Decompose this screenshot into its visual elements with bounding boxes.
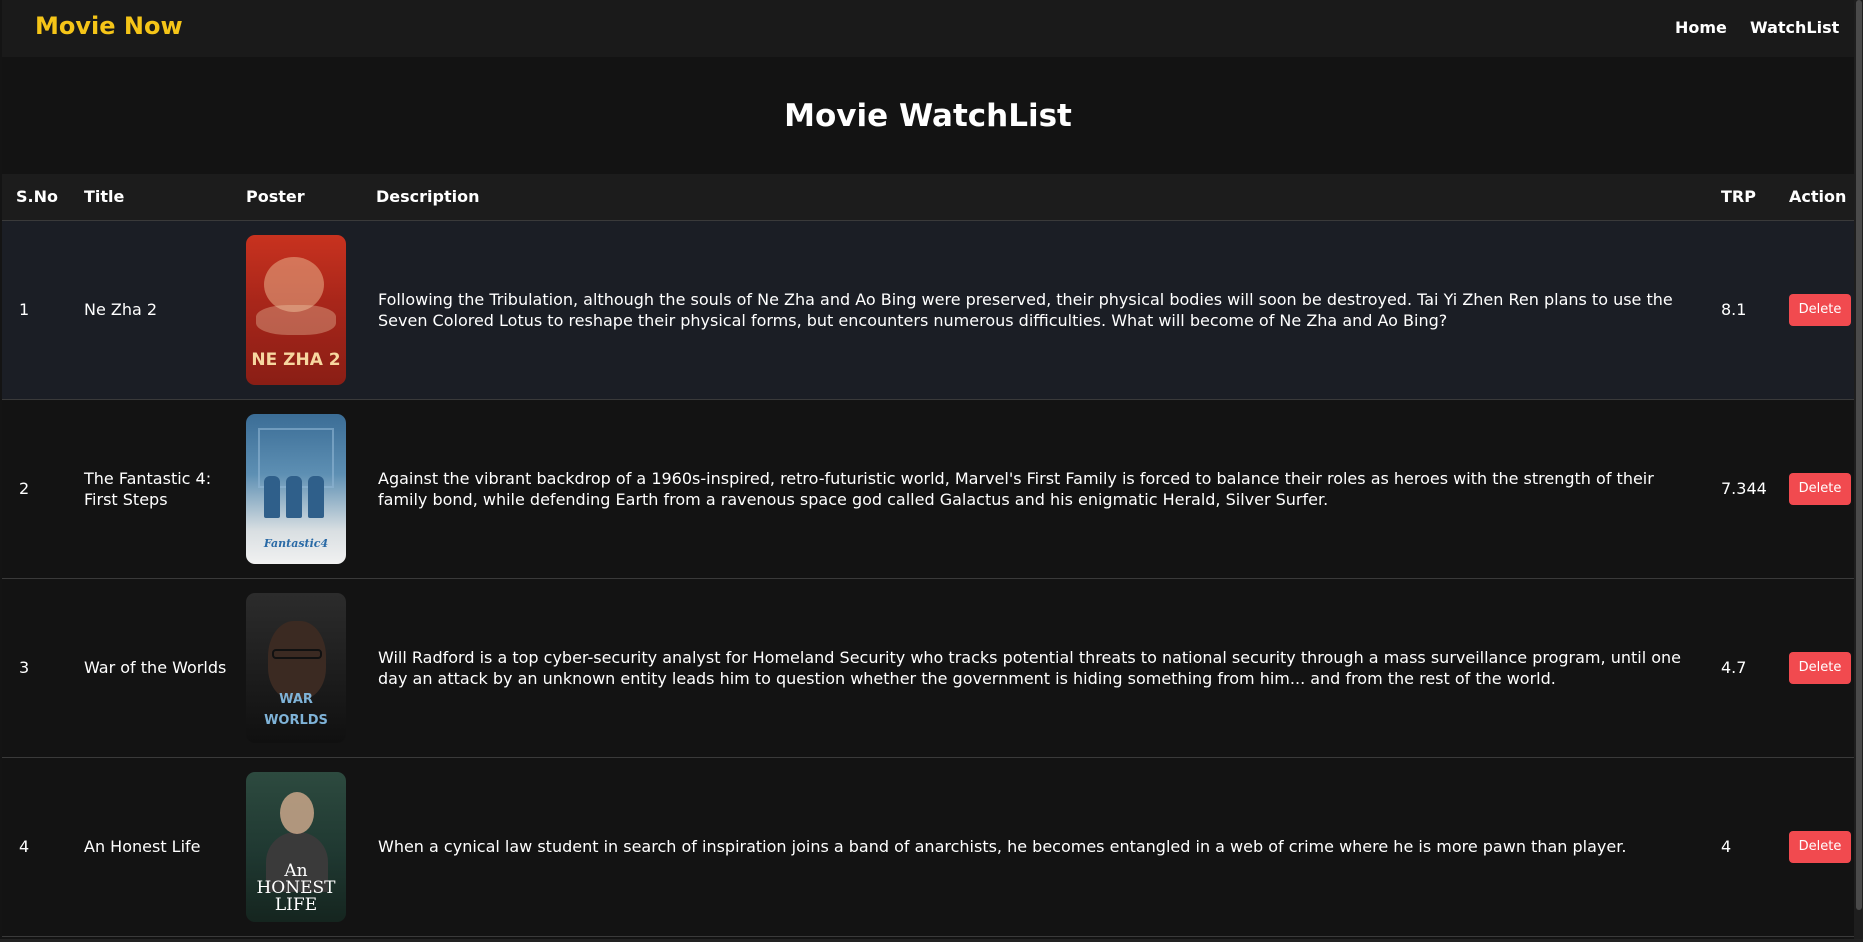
poster-image: WAR WORLDS (246, 592, 346, 743)
cell-action: Delete (1775, 220, 1854, 399)
table-row: 3 War of the Worlds WAR WORLDS Will Radf… (2, 578, 1854, 757)
cell-trp: 8.1 (1721, 300, 1747, 319)
table-row: 2 The Fantastic 4: First Steps Fantastic… (2, 399, 1854, 578)
cell-trp: 4 (1721, 837, 1732, 856)
header-title: Title (70, 174, 232, 221)
delete-button[interactable]: Delete (1789, 293, 1851, 326)
header-description: Description (362, 174, 1707, 221)
header-sno: S.No (2, 174, 70, 221)
cell-poster: An HONEST LIFE (232, 757, 362, 936)
cell-trp: 7.344 (1721, 479, 1767, 498)
cell-sno: 3 (19, 658, 30, 677)
page-title: Movie WatchList (784, 98, 1072, 134)
cell-description: Will Radford is a top cyber-security ana… (378, 647, 1681, 688)
watchlist-table: S.No Title Poster Description TRP Action… (2, 174, 1854, 937)
cell-title: The Fantastic 4: First Steps (84, 468, 212, 509)
cell-sno: 4 (19, 837, 30, 856)
header-trp: TRP (1707, 174, 1775, 221)
cell-action: Delete (1775, 399, 1854, 578)
delete-button[interactable]: Delete (1789, 830, 1851, 863)
navbar: Movie Now Home WatchList (2, 0, 1854, 57)
cell-sno: 2 (19, 479, 30, 498)
poster-caption: An HONEST LIFE (256, 860, 336, 915)
cell-description: When a cynical law student in search of … (378, 837, 1627, 856)
nav-link-home[interactable]: Home (1675, 18, 1727, 37)
cell-sno: 1 (19, 300, 30, 319)
cell-trp: 4.7 (1721, 658, 1747, 677)
app-window: Movie Now Home WatchList Movie WatchList… (2, 0, 1854, 942)
poster-caption: Fantastic4 (263, 536, 329, 550)
cell-action: Delete (1775, 757, 1854, 936)
cell-title: An Honest Life (84, 837, 201, 856)
cell-title: Ne Zha 2 (84, 300, 158, 319)
poster-image: Fantastic4 (246, 413, 346, 564)
poster-image: NE ZHA 2 (246, 234, 346, 385)
header-poster: Poster (232, 174, 362, 221)
poster-art (264, 475, 280, 518)
poster-art (256, 304, 336, 335)
table-row: 4 An Honest Life An HONEST LIFE When a c… (2, 757, 1854, 936)
table-row: 1 Ne Zha 2 NE ZHA 2 Following the Tribul… (2, 220, 1854, 399)
poster-art (308, 475, 324, 518)
scrollbar-thumb[interactable] (1856, 0, 1862, 910)
cell-title: War of the Worlds (84, 658, 227, 677)
delete-button[interactable]: Delete (1789, 472, 1851, 505)
poster-image: An HONEST LIFE (246, 771, 346, 922)
cell-poster: NE ZHA 2 (232, 220, 362, 399)
poster-art (286, 475, 302, 518)
table-header-row: S.No Title Poster Description TRP Action (2, 174, 1854, 221)
cell-poster: Fantastic4 (232, 399, 362, 578)
header-action: Action (1775, 174, 1854, 221)
poster-art (272, 648, 322, 659)
brand-logo[interactable]: Movie Now (35, 12, 183, 40)
table-body: 1 Ne Zha 2 NE ZHA 2 Following the Tribul… (2, 220, 1854, 936)
poster-art (280, 791, 314, 834)
poster-art (264, 256, 324, 312)
cell-description: Against the vibrant backdrop of a 1960s-… (378, 468, 1654, 509)
poster-caption: WAR WORLDS (264, 691, 328, 728)
cell-poster: WAR WORLDS (232, 578, 362, 757)
nav-link-watchlist[interactable]: WatchList (1750, 18, 1839, 37)
cell-description: Following the Tribulation, although the … (378, 289, 1673, 330)
cell-action: Delete (1775, 578, 1854, 757)
delete-button[interactable]: Delete (1789, 651, 1851, 684)
poster-caption: NE ZHA 2 (251, 349, 341, 370)
poster-art (268, 620, 326, 699)
table-header: S.No Title Poster Description TRP Action (2, 174, 1854, 221)
